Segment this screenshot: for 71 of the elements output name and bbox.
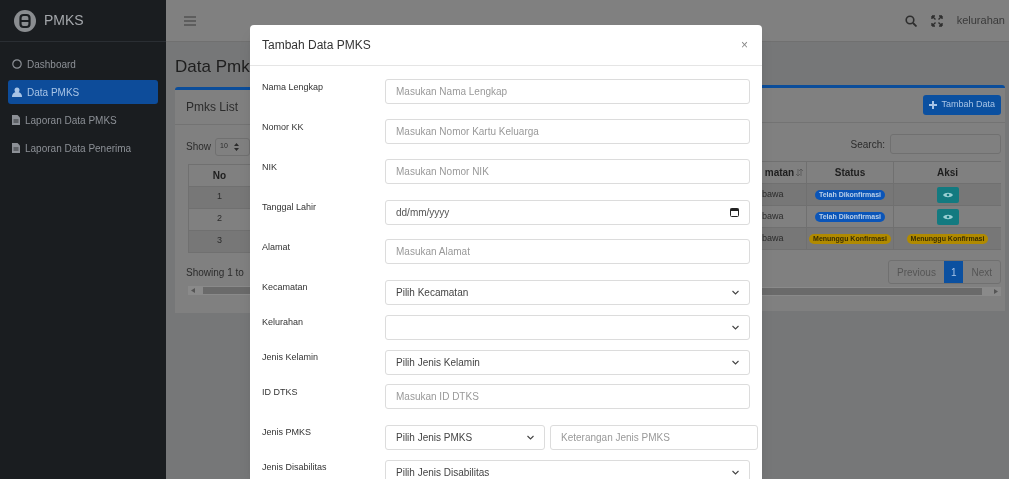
plus-icon [929, 101, 938, 109]
field-label: Jenis PMKS [262, 426, 313, 439]
field-label: Tanggal Lahir [262, 201, 318, 214]
circle-icon [12, 59, 22, 69]
modal-title: Tambah Data PMKS [262, 37, 371, 54]
chevron-down-icon [732, 470, 739, 475]
input-field[interactable]: Masukan ID DTKS [385, 384, 750, 409]
field-label: Alamat [262, 241, 291, 254]
sidebar-item[interactable]: Laporan Data PMKS [8, 108, 158, 132]
sort-icon [233, 142, 239, 151]
chevron-down-icon [527, 435, 534, 440]
sidebar-item[interactable]: Data PMKS [8, 80, 158, 104]
app-name: PMKS [44, 11, 84, 30]
document-icon [12, 115, 20, 125]
input-field[interactable]: Masukan Nama Lengkap [385, 79, 750, 104]
close-button[interactable]: × [741, 36, 750, 54]
user-icon [12, 87, 22, 97]
field-label: Nomor KK [262, 121, 305, 134]
field-label: ID DTKS [262, 386, 299, 399]
scrollbar-thumb[interactable] [762, 288, 982, 295]
select-field[interactable] [385, 315, 750, 340]
add-data-button[interactable]: Tambah Data [923, 95, 1001, 115]
table-cell-text: bawa [762, 209, 784, 223]
sidebar-item[interactable]: Dashboard [8, 52, 158, 76]
search-label: Search: [850, 137, 885, 152]
select-field[interactable]: Pilih Jenis Disabilitas [385, 460, 750, 479]
select-field[interactable]: Pilih Jenis Kelamin [385, 350, 750, 375]
column-header[interactable]: matan [764, 165, 795, 180]
chevron-down-icon [732, 325, 739, 330]
field-label: Jenis Kelamin [262, 351, 320, 364]
user-name[interactable]: kelurahan [956, 12, 1005, 29]
table-info: Showing 1 to [185, 265, 245, 280]
table-cell-text: bawa [762, 231, 784, 245]
field-label: Nama Lengkap [262, 81, 325, 94]
scrollbar-thumb[interactable] [203, 286, 250, 294]
pagination-link[interactable]: 1 [943, 261, 964, 283]
input-field[interactable]: Masukan Alamat [385, 239, 750, 264]
logo-icon [14, 9, 36, 32]
chevron-down-icon [732, 290, 739, 295]
input-field[interactable]: Masukan Nomor Kartu Keluarga [385, 119, 750, 144]
input-field[interactable]: Masukan Nomor NIK [385, 159, 750, 184]
select-field[interactable]: Pilih Kecamatan [385, 280, 750, 305]
document-icon [12, 143, 20, 153]
eye-icon [942, 191, 953, 198]
field-label: NIK [262, 161, 278, 174]
menu-icon[interactable] [184, 15, 196, 26]
table-cell: 3 [189, 230, 250, 253]
page-title: Data Pmk [175, 56, 250, 78]
card-title: Pmks List [186, 98, 238, 116]
sort-icon[interactable] [796, 169, 804, 176]
view-button[interactable] [936, 208, 959, 225]
field-label: Kecamatan [262, 281, 309, 294]
show-label: Show [186, 140, 211, 154]
column-header[interactable]: Aksi [936, 165, 959, 180]
field-label: Kelurahan [262, 316, 305, 329]
chevron-down-icon [732, 360, 739, 365]
left-arrow-icon[interactable] [191, 287, 195, 293]
expand-icon[interactable] [930, 14, 943, 27]
sidebar-item[interactable]: Laporan Data Penerima [8, 136, 158, 160]
eye-icon [942, 213, 953, 220]
calendar-icon[interactable] [730, 208, 739, 217]
input-field[interactable]: Keterangan Jenis PMKS [550, 425, 758, 450]
column-header[interactable]: Status [834, 165, 866, 180]
table-cell: 1 [189, 186, 250, 209]
date-field[interactable]: dd/mm/yyyy [385, 200, 750, 225]
table-cell-text: bawa [762, 187, 784, 201]
select-field[interactable]: Pilih Jenis PMKS [385, 425, 545, 450]
view-button[interactable] [936, 186, 959, 203]
field-label: Jenis Disabilitas [262, 461, 328, 474]
right-arrow-icon[interactable] [994, 289, 998, 294]
search-icon[interactable] [904, 14, 917, 27]
